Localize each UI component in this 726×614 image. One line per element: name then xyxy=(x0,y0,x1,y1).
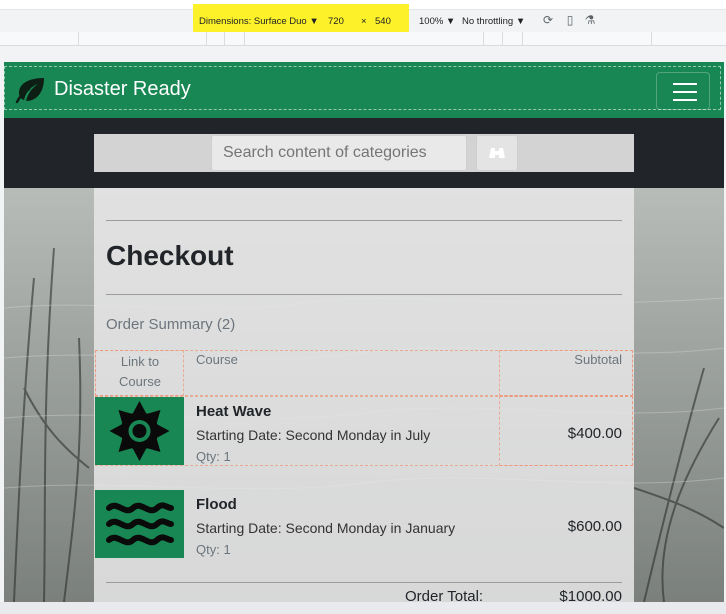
hamburger-icon xyxy=(673,91,697,93)
height-input[interactable]: 540 xyxy=(375,16,391,27)
course-subtotal: $600.00 xyxy=(567,518,622,535)
search-button[interactable] xyxy=(476,135,518,171)
ruler-tick xyxy=(224,32,225,46)
ruler-tick xyxy=(244,32,245,46)
hamburger-icon xyxy=(673,99,697,101)
divider xyxy=(106,582,622,583)
order-total-value: $1000.00 xyxy=(559,588,622,602)
ruler-tick xyxy=(522,32,523,46)
checkout-card: Checkout Order Summary (2) Link to Cours… xyxy=(94,188,634,602)
sensors-icon[interactable]: ⚗ xyxy=(583,13,597,27)
ruler-tick xyxy=(483,32,484,46)
course-quantity: Qty: 1 xyxy=(196,542,231,557)
leaf-icon xyxy=(15,78,44,104)
device-viewport: Disaster Ready Search content of categor… xyxy=(4,62,724,602)
divider xyxy=(106,220,622,221)
order-summary-heading: Order Summary (2) xyxy=(106,316,236,333)
brand-name[interactable]: Disaster Ready xyxy=(54,78,191,101)
zoom-select[interactable]: 100% ▼ xyxy=(419,16,455,27)
column-header-course: Course xyxy=(196,352,238,367)
order-total-label: Order Total: xyxy=(405,588,484,602)
width-input[interactable]: 720 xyxy=(328,16,344,27)
divider xyxy=(106,294,622,295)
waves-icon xyxy=(106,502,174,546)
column-header-link: Link to Course xyxy=(119,354,161,389)
search-bar xyxy=(4,118,724,188)
search-container xyxy=(94,134,634,172)
dual-screen-icon[interactable]: ▯ xyxy=(563,13,577,27)
devtools-toolbar: Dimensions: Surface Duo ▼ 720 × 540 100%… xyxy=(0,0,726,46)
throttling-select[interactable]: No throttling ▼ xyxy=(462,16,525,27)
ruler-tick xyxy=(78,32,79,46)
sun-icon xyxy=(109,401,170,461)
search-input[interactable] xyxy=(211,135,467,171)
course-name: Heat Wave xyxy=(196,403,272,420)
ruler-tick xyxy=(206,32,207,46)
ruler-tick xyxy=(651,32,652,46)
column-header-subtotal: Subtotal xyxy=(574,352,622,367)
menu-toggle-button[interactable] xyxy=(656,72,710,110)
dimension-separator: × xyxy=(361,16,367,27)
device-select[interactable]: Dimensions: Surface Duo ▼ xyxy=(199,16,319,27)
course-quantity: Qty: 1 xyxy=(196,449,231,464)
course-name: Flood xyxy=(196,496,237,513)
binoculars-icon xyxy=(489,148,505,158)
course-link-heat-wave[interactable] xyxy=(95,397,184,465)
ruler-tick xyxy=(502,32,503,46)
course-subtotal: $400.00 xyxy=(567,425,622,442)
course-start-date: Starting Date: Second Monday in January xyxy=(196,520,456,536)
course-start-date: Starting Date: Second Monday in July xyxy=(196,427,431,443)
hamburger-icon xyxy=(673,83,697,85)
hero-background: Checkout Order Summary (2) Link to Cours… xyxy=(4,188,724,602)
media-query-ruler xyxy=(0,32,726,46)
rotate-icon[interactable]: ⟳ xyxy=(541,13,555,27)
page-title: Checkout xyxy=(106,240,234,271)
devtools-bottom-edge xyxy=(0,602,726,614)
course-link-flood[interactable] xyxy=(95,490,184,558)
navbar: Disaster Ready xyxy=(4,62,724,118)
